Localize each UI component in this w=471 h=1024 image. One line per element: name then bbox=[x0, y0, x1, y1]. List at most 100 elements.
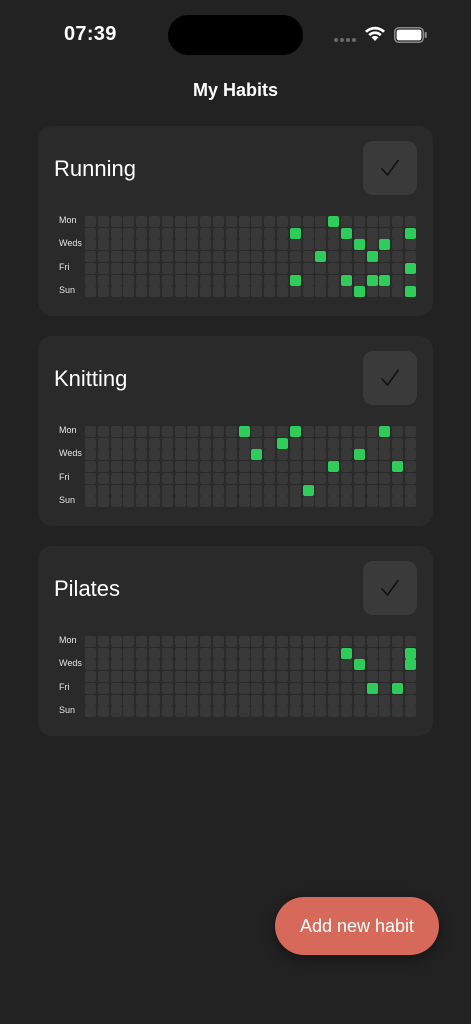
grid-cell bbox=[123, 647, 135, 659]
grid-cell bbox=[405, 426, 416, 437]
grid-cell bbox=[97, 274, 109, 286]
grid-cell bbox=[251, 251, 263, 263]
grid-cell bbox=[302, 706, 314, 718]
habit-card[interactable]: Running Mon Weds Fri Sun bbox=[38, 126, 433, 316]
grid-cell bbox=[328, 496, 340, 508]
grid-cell bbox=[149, 659, 160, 671]
grid-cell bbox=[97, 706, 109, 718]
grid-cell bbox=[136, 274, 148, 286]
grid-cell bbox=[110, 262, 122, 274]
grid-cell bbox=[136, 706, 148, 718]
grid-cell bbox=[225, 216, 237, 227]
grid-cell bbox=[213, 216, 224, 227]
grid-cell bbox=[264, 647, 276, 659]
grid-cell bbox=[85, 671, 96, 683]
grid-cell bbox=[366, 706, 378, 718]
grid-cell bbox=[302, 239, 314, 251]
grid-cell bbox=[187, 227, 199, 239]
grid-cell bbox=[149, 437, 160, 449]
grid-cell bbox=[392, 262, 404, 274]
grid-cell bbox=[213, 706, 224, 718]
grid-cell bbox=[238, 274, 250, 286]
grid-cell bbox=[225, 647, 237, 659]
grid-cell bbox=[238, 671, 250, 683]
checkmark-icon bbox=[381, 579, 399, 596]
grid-cell bbox=[328, 449, 340, 461]
grid-cell bbox=[187, 496, 199, 508]
day-label: Mon bbox=[59, 635, 77, 645]
grid-cell bbox=[315, 216, 327, 227]
grid-cell bbox=[174, 274, 186, 286]
grid-cell bbox=[251, 227, 263, 239]
grid-cell bbox=[289, 216, 301, 227]
mark-done-button[interactable] bbox=[363, 141, 417, 195]
grid-cell bbox=[85, 461, 96, 473]
grid-cell bbox=[353, 227, 365, 239]
grid-cell bbox=[85, 262, 96, 274]
grid-cell bbox=[302, 496, 314, 508]
grid-cell bbox=[161, 251, 173, 263]
grid-cell bbox=[200, 449, 212, 461]
grid-cell bbox=[97, 449, 109, 461]
grid-cell bbox=[97, 262, 109, 274]
add-habit-button[interactable]: Add new habit bbox=[275, 897, 439, 955]
grid-cell bbox=[366, 694, 378, 706]
grid-cell bbox=[341, 461, 352, 473]
day-label: Weds bbox=[59, 238, 82, 249]
grid-cell bbox=[289, 636, 301, 647]
grid-cell bbox=[225, 239, 237, 251]
grid-cell bbox=[315, 682, 327, 694]
grid-cell bbox=[277, 239, 288, 251]
grid-cell bbox=[238, 647, 250, 659]
grid-cell bbox=[174, 227, 186, 239]
grid-cell bbox=[289, 496, 301, 508]
grid-cell bbox=[123, 659, 135, 671]
grid-cell bbox=[110, 472, 122, 484]
grid-cell bbox=[110, 636, 122, 647]
grid-cell bbox=[251, 647, 263, 659]
grid-cell bbox=[123, 682, 135, 694]
grid-cell bbox=[161, 636, 173, 647]
grid-cell bbox=[302, 426, 314, 437]
grid-cell bbox=[251, 437, 263, 449]
grid-cell bbox=[405, 472, 416, 484]
grid-cell bbox=[225, 682, 237, 694]
grid-cell bbox=[353, 262, 365, 274]
grid-cell bbox=[123, 496, 135, 508]
grid-cell bbox=[85, 426, 96, 437]
grid-cell bbox=[200, 636, 212, 647]
habit-card[interactable]: Pilates Mon Weds Fri Sun bbox=[38, 546, 433, 736]
grid-cell bbox=[200, 671, 212, 683]
grid-cell bbox=[379, 659, 391, 671]
grid-cell bbox=[97, 239, 109, 251]
grid-cell bbox=[213, 694, 224, 706]
grid-cell bbox=[353, 496, 365, 508]
grid-cell bbox=[238, 706, 250, 718]
grid-cell bbox=[405, 682, 416, 694]
mark-done-button[interactable] bbox=[363, 561, 417, 615]
grid-cell bbox=[289, 426, 301, 437]
grid-cell bbox=[341, 647, 352, 659]
grid-cell bbox=[161, 274, 173, 286]
grid-cell bbox=[97, 472, 109, 484]
grid-cell bbox=[277, 274, 288, 286]
grid-cell bbox=[392, 682, 404, 694]
grid-cell bbox=[277, 216, 288, 227]
mark-done-button[interactable] bbox=[363, 351, 417, 405]
grid-cell bbox=[315, 484, 327, 496]
grid-cell bbox=[392, 659, 404, 671]
grid-cell bbox=[251, 274, 263, 286]
grid-cell bbox=[123, 251, 135, 263]
grid-cell bbox=[302, 449, 314, 461]
grid-cell bbox=[110, 461, 122, 473]
grid-cell bbox=[97, 461, 109, 473]
grid-cell bbox=[289, 437, 301, 449]
grid-cell bbox=[136, 659, 148, 671]
grid-cell bbox=[264, 706, 276, 718]
grid-cell bbox=[341, 286, 352, 298]
grid-cell bbox=[225, 449, 237, 461]
grid-cell bbox=[392, 496, 404, 508]
grid-cell bbox=[213, 682, 224, 694]
habit-card[interactable]: Knitting Mon Weds Fri Sun bbox=[38, 336, 433, 526]
grid-cell bbox=[277, 286, 288, 298]
